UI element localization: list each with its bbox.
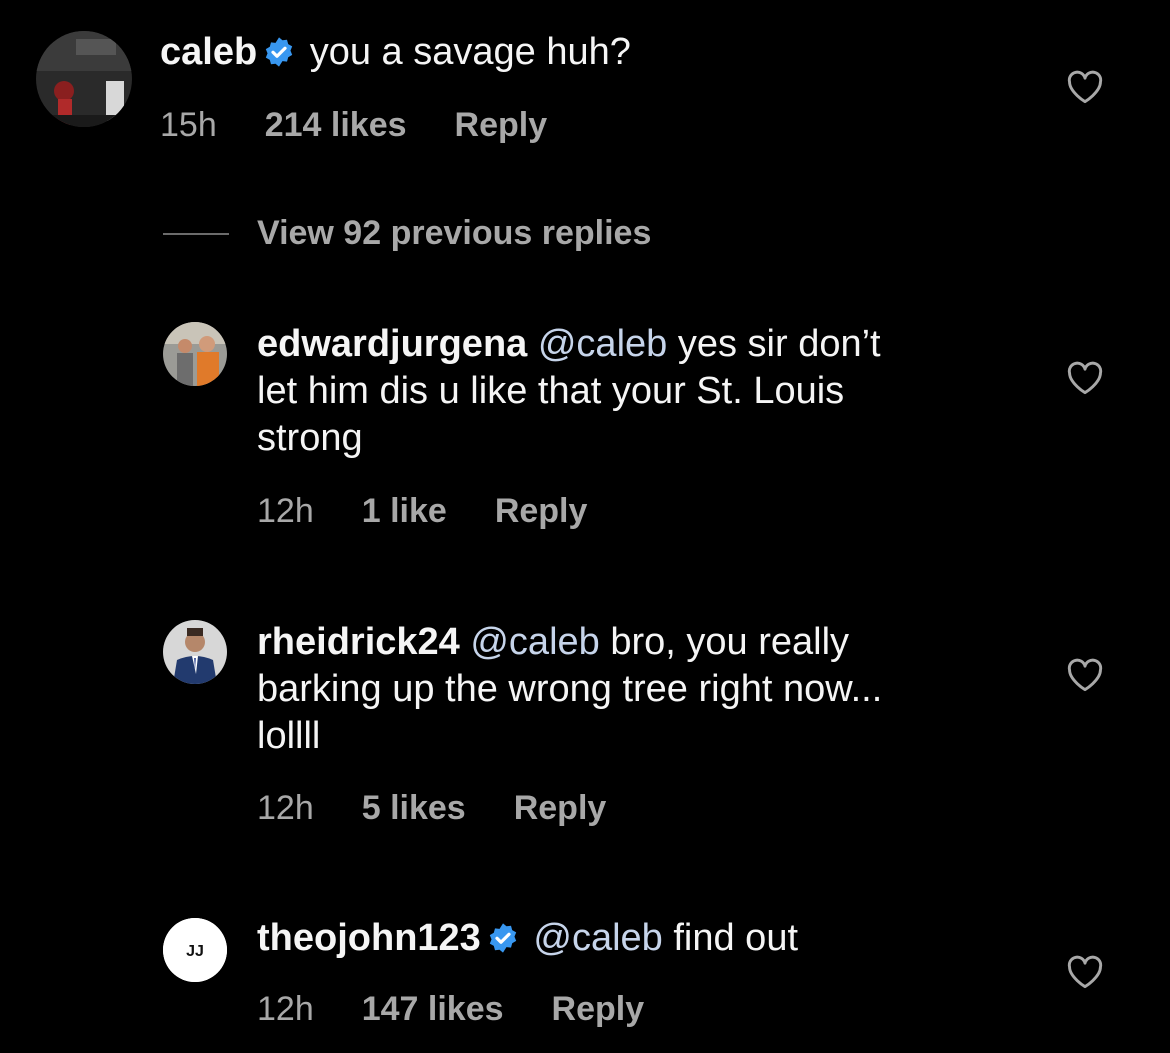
comment-text-line1: yes sir don’t — [677, 323, 881, 365]
username-caleb[interactable]: caleb — [160, 31, 257, 73]
avatar-edwardjurgena[interactable] — [163, 322, 227, 386]
comment-text-line2: barking up the wrong tree right now... — [257, 668, 883, 710]
comment-text-line3: strong — [257, 417, 363, 459]
comment-text-line1: bro, you really — [610, 621, 850, 663]
username-edwardjurgena[interactable]: edwardjurgena — [257, 323, 527, 365]
replies-divider — [163, 233, 229, 235]
comment-time: 12h — [257, 789, 314, 827]
likes-count[interactable]: 1 like — [362, 492, 447, 530]
username-theojohn123[interactable]: theojohn123 — [257, 917, 481, 959]
like-heart-icon[interactable] — [1066, 955, 1104, 989]
avatar-rheidrick24[interactable] — [163, 620, 227, 684]
username-rheidrick24[interactable]: rheidrick24 — [257, 621, 460, 663]
reply-button[interactable]: Reply — [495, 492, 588, 530]
comment-text-line3: lollll — [257, 715, 321, 757]
verified-badge-icon — [489, 923, 517, 953]
svg-text:JJ: JJ — [186, 943, 204, 960]
comment-text: you a savage huh? — [309, 31, 631, 73]
verified-badge-icon — [265, 37, 293, 67]
mention-link[interactable]: @caleb — [470, 621, 599, 663]
comment-text: find out — [673, 917, 799, 959]
comment-time: 12h — [257, 492, 314, 530]
comment-time: 15h — [160, 106, 217, 144]
like-heart-icon[interactable] — [1066, 361, 1104, 395]
reply-button[interactable]: Reply — [552, 990, 645, 1028]
avatar-theojohn123[interactable]: JJ — [163, 918, 227, 982]
reply-button[interactable]: Reply — [455, 106, 548, 144]
reply-button[interactable]: Reply — [514, 789, 607, 827]
view-replies-label[interactable]: View 92 previous replies — [257, 214, 651, 253]
like-heart-icon[interactable] — [1066, 658, 1104, 692]
likes-count[interactable]: 214 likes — [265, 106, 407, 144]
likes-count[interactable]: 147 likes — [362, 990, 504, 1028]
comment-text-line2: let him dis u like that your St. Louis — [257, 370, 845, 412]
comment-time: 12h — [257, 990, 314, 1028]
like-heart-icon[interactable] — [1066, 70, 1104, 104]
mention-link[interactable]: @caleb — [538, 323, 667, 365]
jj-logo-icon: JJ — [163, 918, 227, 982]
likes-count[interactable]: 5 likes — [362, 789, 466, 827]
avatar-caleb[interactable] — [36, 31, 132, 127]
mention-link[interactable]: @caleb — [533, 917, 662, 959]
